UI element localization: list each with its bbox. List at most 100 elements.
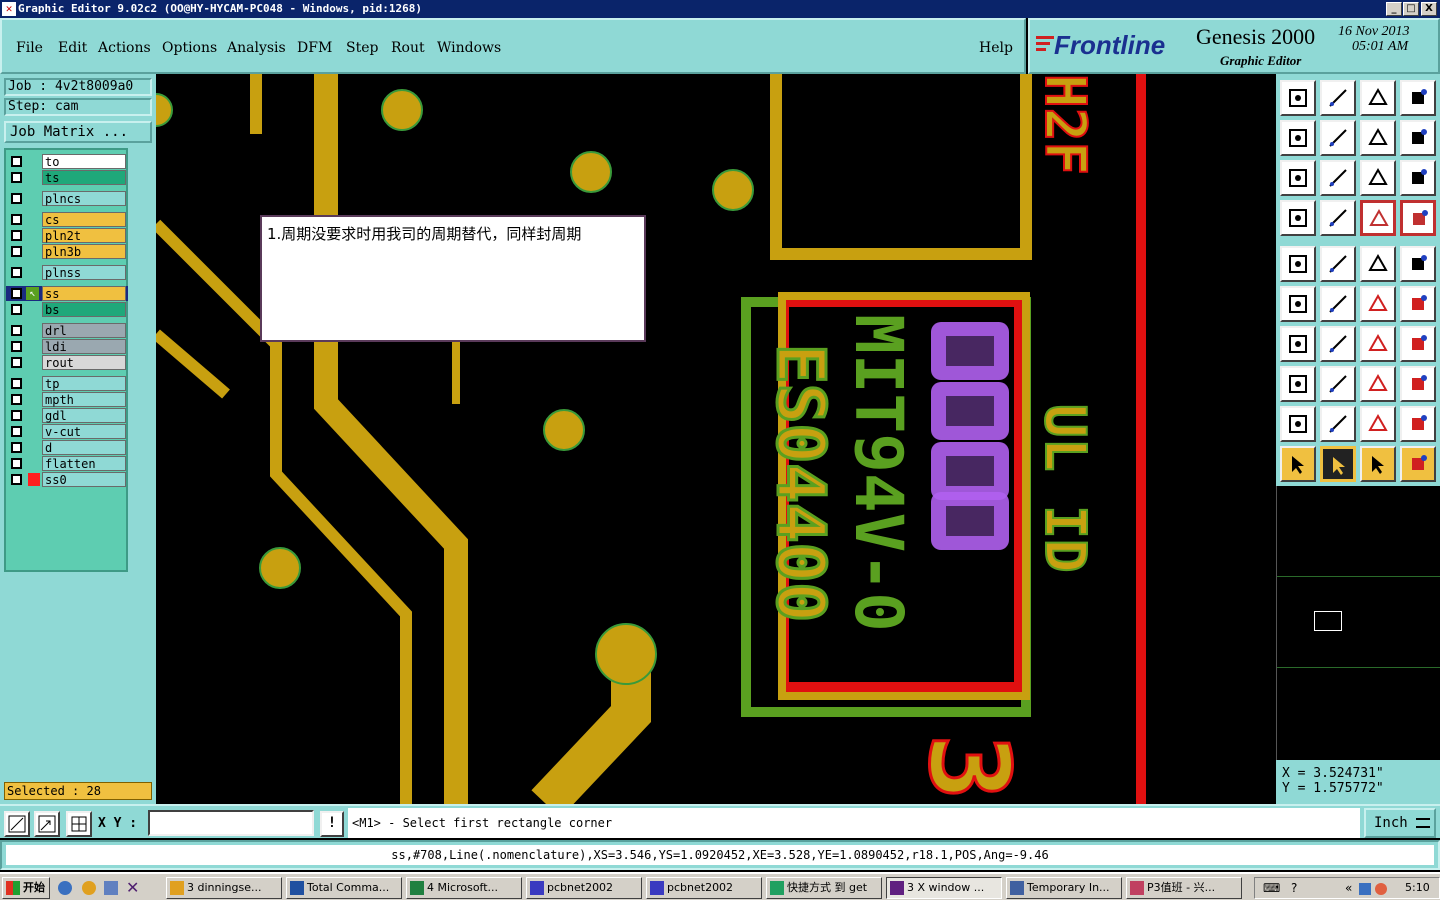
menu-step[interactable]: Step bbox=[346, 40, 378, 56]
minimize-button[interactable]: _ bbox=[1386, 2, 1402, 16]
open-tool-button[interactable] bbox=[1280, 80, 1316, 116]
undo-tool-button[interactable] bbox=[1360, 120, 1396, 156]
network-icon[interactable] bbox=[1359, 883, 1371, 895]
layer-row-ts[interactable]: ts bbox=[6, 170, 128, 185]
layer-name[interactable]: mpth bbox=[42, 392, 126, 407]
add-shape-tool-button[interactable] bbox=[1320, 246, 1356, 282]
layer-row-mpth[interactable]: mpth bbox=[6, 392, 128, 407]
layer-name[interactable]: plncs bbox=[42, 191, 126, 206]
note-popup[interactable]: 1.周期没要求时用我司的周期替代，同样封周期 bbox=[260, 215, 646, 342]
fit-tool-button[interactable] bbox=[1280, 160, 1316, 196]
layer-checkbox[interactable] bbox=[11, 230, 22, 241]
taskbar-item[interactable]: Total Comma... bbox=[286, 877, 402, 899]
layer-row-plnss[interactable]: plnss bbox=[6, 265, 128, 280]
redo-tool-button[interactable] bbox=[1400, 120, 1436, 156]
triangle-tool-button[interactable] bbox=[1280, 406, 1316, 442]
layer-name[interactable]: ts bbox=[42, 170, 126, 185]
pad-select-tool-button[interactable] bbox=[1280, 366, 1316, 402]
layer-checkbox[interactable] bbox=[11, 458, 22, 469]
scale-tool-button[interactable] bbox=[1360, 160, 1396, 196]
dot-tool-button[interactable] bbox=[1400, 246, 1436, 282]
pointer-tool-button[interactable] bbox=[1280, 446, 1316, 482]
layer-row-plncs[interactable]: plncs bbox=[6, 191, 128, 206]
move-right-tool-button[interactable] bbox=[1320, 120, 1356, 156]
job-matrix-button[interactable]: Job Matrix ... bbox=[4, 121, 152, 143]
net-tool-button[interactable] bbox=[1400, 446, 1436, 482]
layer-checkbox[interactable] bbox=[11, 325, 22, 336]
menu-actions[interactable]: Actions bbox=[98, 40, 151, 56]
layer-checkbox[interactable] bbox=[11, 304, 22, 315]
layer-name[interactable]: bs bbox=[42, 302, 126, 317]
zoom-area-button[interactable] bbox=[34, 811, 60, 837]
layer-row-cs[interactable]: cs bbox=[6, 212, 128, 227]
units-selector[interactable]: Inch bbox=[1364, 808, 1436, 838]
triangle-alt-tool-button[interactable] bbox=[1320, 406, 1356, 442]
layer-row-rout[interactable]: rout bbox=[6, 355, 128, 370]
x-window-icon[interactable]: ✕ bbox=[126, 878, 139, 897]
menu-file[interactable]: File bbox=[16, 40, 43, 56]
layer-name[interactable]: flatten bbox=[42, 456, 126, 471]
ie-icon[interactable] bbox=[58, 881, 72, 895]
layer-name[interactable]: d bbox=[42, 440, 126, 455]
menu-edit[interactable]: Edit bbox=[58, 40, 87, 56]
layer-checkbox[interactable] bbox=[11, 156, 22, 167]
menu-analysis[interactable]: Analysis bbox=[227, 40, 286, 56]
node-tool-button[interactable] bbox=[1280, 286, 1316, 322]
taskbar-item[interactable]: 快捷方式 到 get bbox=[766, 877, 882, 899]
layer-row-ss[interactable]: ↖ ss bbox=[6, 286, 128, 301]
layer-name[interactable]: plnss bbox=[42, 265, 126, 280]
layer-checkbox[interactable] bbox=[11, 341, 22, 352]
taskbar-item[interactable]: 3 dinningse... bbox=[166, 877, 282, 899]
layer-row-pln3b[interactable]: pln3b bbox=[6, 244, 128, 259]
layer-name[interactable]: pln3b bbox=[42, 244, 126, 259]
help-icon[interactable]: ? bbox=[1291, 881, 1297, 895]
snap-grid-button[interactable] bbox=[66, 811, 92, 837]
zoom-fit-button[interactable] bbox=[4, 811, 30, 837]
text-a-red-tool-button[interactable] bbox=[1400, 406, 1436, 442]
taskbar-item[interactable]: pcbnet2002 bbox=[526, 877, 642, 899]
minus-tool-button[interactable] bbox=[1320, 366, 1356, 402]
menu-help[interactable]: Help bbox=[979, 40, 1013, 56]
split-tool-button[interactable] bbox=[1400, 326, 1436, 362]
layer-name[interactable]: cs bbox=[42, 212, 126, 227]
menu-windows[interactable]: Windows bbox=[437, 40, 501, 56]
desktop-icon[interactable] bbox=[104, 881, 118, 895]
measure-tool-button[interactable] bbox=[1360, 366, 1396, 402]
cross-tool-button[interactable] bbox=[1320, 286, 1356, 322]
layer-checkbox[interactable] bbox=[11, 410, 22, 421]
overview-viewport[interactable] bbox=[1314, 611, 1342, 631]
line-point-tool-button[interactable] bbox=[1360, 286, 1396, 322]
pointer-box-tool-button[interactable] bbox=[1360, 446, 1396, 482]
layer-checkbox[interactable] bbox=[11, 394, 22, 405]
layer-checkbox[interactable] bbox=[11, 214, 22, 225]
snap-alt-tool-button[interactable] bbox=[1400, 200, 1436, 236]
layer-row-gdl[interactable]: gdl bbox=[6, 408, 128, 423]
start-button[interactable]: 开始 bbox=[2, 877, 50, 899]
layer-row-ldi[interactable]: ldi bbox=[6, 339, 128, 354]
layer-row-drl[interactable]: drl bbox=[6, 323, 128, 338]
taskbar-item[interactable]: 3 X window ... bbox=[886, 877, 1002, 899]
layer-checkbox[interactable] bbox=[11, 267, 22, 278]
add-pad-tool-button[interactable] bbox=[1280, 246, 1316, 282]
layer-checkbox[interactable] bbox=[11, 442, 22, 453]
layer-name[interactable]: ss0 bbox=[42, 472, 126, 487]
layer-checkbox[interactable] bbox=[11, 172, 22, 183]
overview-map[interactable] bbox=[1276, 486, 1440, 760]
keyboard-icon[interactable]: ⌨ bbox=[1263, 881, 1280, 895]
taskbar-item[interactable]: 4 Microsoft... bbox=[406, 877, 522, 899]
tray-expand-icon[interactable]: « bbox=[1345, 881, 1352, 895]
layer-row-d[interactable]: d bbox=[6, 440, 128, 455]
quicklaunch-icon[interactable] bbox=[82, 881, 96, 895]
snap-tool-button[interactable] bbox=[1360, 200, 1396, 236]
layer-checkbox[interactable] bbox=[11, 288, 22, 299]
ruler-tool-button[interactable] bbox=[1360, 246, 1396, 282]
home-tool-button[interactable] bbox=[1360, 80, 1396, 116]
pointer-dark-tool-button[interactable] bbox=[1320, 446, 1356, 482]
move-left-tool-button[interactable] bbox=[1280, 120, 1316, 156]
graphic-canvas[interactable]: ES04400 MIT94V-0 UL ID H2F 3 bbox=[156, 74, 1276, 804]
menu-options[interactable]: Options bbox=[162, 40, 217, 56]
layer-row-to[interactable]: to bbox=[6, 154, 128, 169]
text-a-tool-button[interactable] bbox=[1360, 406, 1396, 442]
maximize-button[interactable]: □ bbox=[1403, 2, 1419, 16]
layer-name[interactable]: ss bbox=[42, 286, 126, 301]
